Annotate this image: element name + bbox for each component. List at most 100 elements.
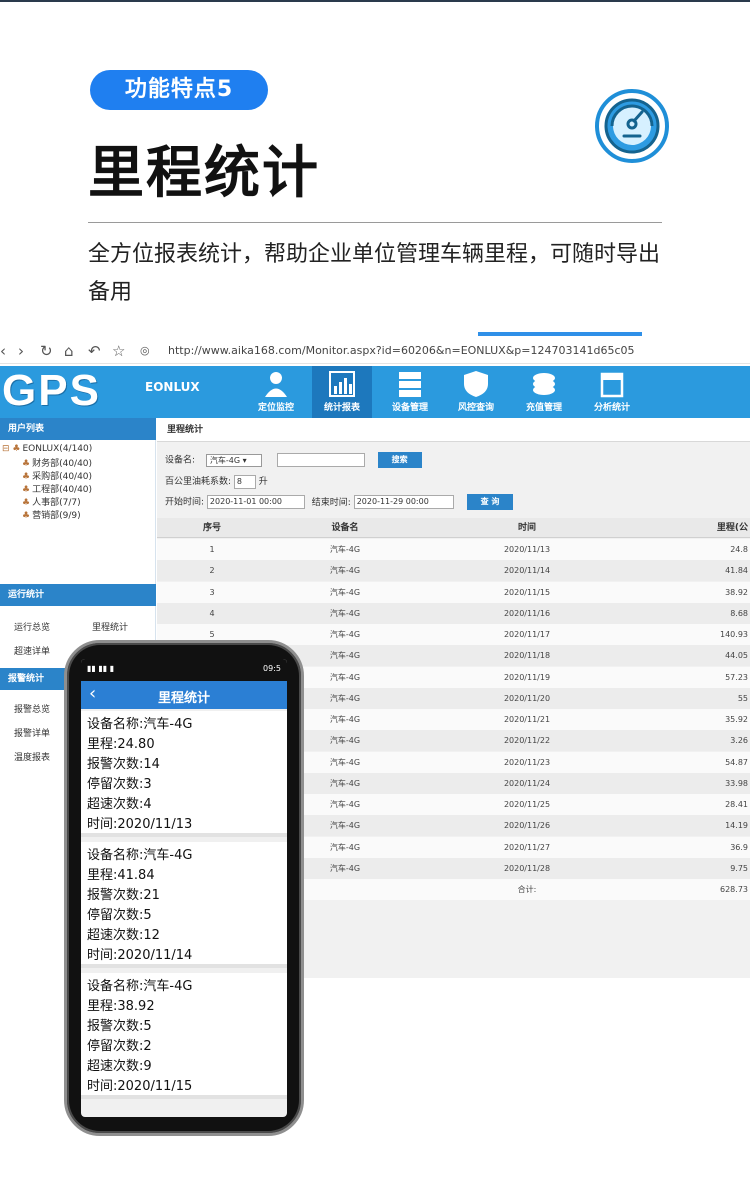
cell-mileage: 55 — [737, 693, 748, 703]
cell-device: 汽车-4G — [329, 630, 361, 639]
title-divider — [88, 222, 662, 223]
menu-risk-query[interactable]: 风控查询 — [446, 366, 506, 418]
cell-date: 2020/11/25 — [503, 800, 551, 809]
search-button[interactable]: 搜索 — [377, 452, 422, 468]
feature-badge: 功能特点5 — [90, 70, 268, 110]
tree-item-dept[interactable]: ♣ 财务部(40/40) — [22, 456, 92, 469]
star-icon[interactable]: ☆ — [112, 342, 125, 360]
col-index: 序号 — [202, 523, 221, 533]
coins-icon — [533, 373, 555, 395]
cell-mileage: 44.05 — [725, 651, 748, 661]
cell-mileage: 140.93 — [720, 630, 748, 639]
top-border — [0, 0, 750, 2]
end-time-input[interactable]: 2020-11-29 00:00 — [353, 495, 454, 509]
cell-date: 2020/11/26 — [503, 821, 551, 831]
menu-label: 设备管理 — [391, 403, 428, 413]
device-search-input[interactable] — [276, 453, 365, 467]
cell-mileage: 38.92 — [725, 587, 748, 597]
record-time: 时间:2020/11/13 — [87, 817, 193, 832]
cell-mileage: 33.98 — [725, 778, 748, 788]
link-overspeed-detail[interactable]: 超速详单 — [14, 644, 50, 657]
link-run-overview[interactable]: 运行总览 — [14, 620, 50, 633]
total-label: 合计: — [517, 885, 537, 894]
record-card[interactable]: 设备名称:汽车-4G 里程:41.84 报警次数:21 停留次数:5 超速次数:12 时间… — [81, 842, 287, 968]
tree-item-dept[interactable]: ♣ 营销部(9/9) — [22, 508, 81, 521]
col-time: 时间 — [517, 523, 536, 533]
menu-stat-report[interactable]: 统计报表 — [312, 366, 372, 418]
cell-date: 2020/11/15 — [503, 587, 551, 597]
table-row[interactable]: 4 汽车-4G 2020/11/16 8.68 — [157, 602, 750, 624]
cell-date: 2020/11/24 — [503, 778, 551, 788]
home-icon[interactable]: ⌂ — [64, 342, 74, 360]
fuel-coefficient-input[interactable]: 8 — [233, 474, 256, 489]
menu-label: 风控查询 — [457, 403, 494, 413]
security-icon: ◎ — [140, 344, 150, 357]
url-text[interactable]: http://www.aika168.com/Monitor.aspx?id=6… — [168, 344, 635, 357]
back-icon[interactable]: ‹ — [0, 342, 6, 360]
tree-item-dept[interactable]: ♣ 人事部(7/7) — [22, 495, 81, 508]
record-overspeed: 超速次数:4 — [87, 797, 152, 812]
cell-mileage: 28.41 — [725, 800, 748, 809]
menu-locate-monitor[interactable]: 定位监控 — [246, 366, 306, 418]
table-header: 序号 设备名 时间 里程(公 — [157, 518, 750, 538]
user-list-header: 用户列表 — [0, 418, 156, 440]
tree-item-dept[interactable]: ♣ 采购部(40/40) — [22, 469, 92, 482]
menu-device-manage[interactable]: 设备管理 — [380, 366, 440, 418]
signal-icon: ▮▮ ▮▮ ▮ — [87, 664, 115, 673]
cell-mileage: 24.8 — [730, 545, 748, 554]
server-icon — [399, 372, 421, 397]
menu-recharge[interactable]: 充值管理 — [514, 366, 574, 418]
menu-analysis[interactable]: 分析统计 — [582, 366, 642, 418]
cell-mileage: 14.19 — [725, 821, 748, 831]
device-select[interactable]: 汽车-4G ▾ — [205, 453, 262, 467]
status-time: 09:5 — [263, 664, 281, 673]
device-row: 设备名: 汽车-4G ▾ 搜索 — [165, 452, 422, 468]
record-card[interactable]: 设备名称:汽车-4G 里程:38.92 报警次数:5 停留次数:2 超速次数:9 时间:2… — [81, 973, 287, 1099]
table-row[interactable]: 2 汽车-4G 2020/11/14 41.84 — [157, 560, 750, 582]
cell-date: 2020/11/18 — [503, 651, 551, 661]
status-bar: ▮▮ ▮▮ ▮ 09:5 — [81, 659, 287, 681]
start-time-input[interactable]: 2020-11-01 00:00 — [206, 495, 305, 509]
record-mileage: 里程:24.80 — [87, 737, 155, 752]
query-button[interactable]: 查 询 — [466, 494, 514, 510]
record-time: 时间:2020/11/15 — [87, 1079, 193, 1094]
cell-index: 2 — [209, 566, 215, 576]
cell-mileage: 9.75 — [730, 863, 748, 873]
col-device: 设备名 — [331, 523, 359, 533]
shield-icon — [464, 371, 488, 397]
run-stats-header[interactable]: 运行统计 — [0, 584, 156, 606]
speedometer-icon — [595, 89, 669, 163]
browser-tab-accent — [478, 332, 642, 336]
total-value: 628.73 — [720, 885, 748, 894]
phone-mockup: ▮▮ ▮▮ ▮ 09:5 ‹ 里程统计 设备名称:汽车-4G 里程:24.80 报警… — [64, 640, 304, 1136]
record-card[interactable]: 设备名称:汽车-4G 里程:24.80 报警次数:14 停留次数:3 超速次数:4 时间:… — [81, 711, 287, 837]
cell-device: 汽车-4G — [329, 566, 361, 576]
cell-date: 2020/11/22 — [503, 736, 551, 746]
cell-mileage: 36.9 — [730, 842, 748, 852]
link-alarm-detail[interactable]: 报警详单 — [14, 726, 50, 739]
tree-root[interactable]: ⊟ ♣ EONLUX(4/140) — [2, 444, 92, 454]
forward-icon[interactable]: › — [18, 342, 24, 360]
menu-label: 分析统计 — [593, 403, 630, 413]
cell-date: 2020/11/16 — [503, 608, 551, 618]
person-icon — [265, 372, 287, 397]
cell-date: 2020/11/19 — [503, 672, 551, 682]
undo-icon[interactable]: ↶ — [88, 342, 101, 360]
brand-name: EONLUX — [145, 380, 200, 394]
tree-item-dept[interactable]: ♣ 工程部(40/40) — [22, 482, 92, 495]
cell-device: 汽车-4G — [329, 608, 361, 618]
gps-logo: GPS — [2, 366, 101, 415]
table-row[interactable]: 3 汽车-4G 2020/11/15 38.92 — [157, 581, 750, 603]
bar-chart-icon — [329, 371, 355, 397]
refresh-icon[interactable]: ↻ — [40, 342, 53, 360]
link-mileage-stats[interactable]: 里程统计 — [92, 620, 128, 633]
link-alarm-overview[interactable]: 报警总览 — [14, 702, 50, 715]
record-device: 设备名称:汽车-4G — [87, 717, 193, 732]
cell-device: 汽车-4G — [329, 587, 361, 597]
table-row[interactable]: 1 汽车-4G 2020/11/13 24.8 — [157, 539, 750, 560]
cell-date: 2020/11/17 — [503, 630, 551, 639]
fuel-row: 百公里油耗系数: 8 升 — [165, 474, 268, 489]
link-temperature-report[interactable]: 温度报表 — [14, 750, 50, 763]
record-alarms: 报警次数:21 — [87, 888, 160, 903]
record-mileage: 里程:41.84 — [87, 868, 155, 883]
